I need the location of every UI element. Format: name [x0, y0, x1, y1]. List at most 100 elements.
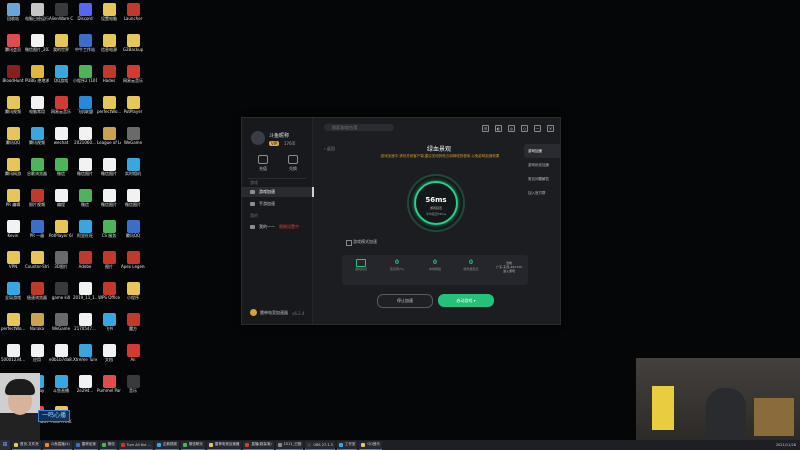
desktop-icon[interactable]: Counter-Strike: GO [25, 251, 49, 269]
desktop-icon[interactable]: 腾讯视频 [25, 127, 49, 145]
launch-game-button[interactable]: 启动游戏 ▾ [438, 294, 494, 307]
desktop-icon[interactable]: 文档 [97, 344, 121, 362]
desktop-icon[interactable]: e0b1b7da8... [49, 344, 73, 362]
desktop-icon[interactable]: VPN [1, 251, 25, 269]
desktop-icon[interactable]: 腾讯网游 [1, 158, 25, 176]
settings-icon[interactable]: ◎ [508, 125, 515, 132]
desktop-icon[interactable]: 微信图片 [73, 158, 97, 176]
desktop-icon[interactable]: 微信图片 [97, 158, 121, 176]
desktop-icon[interactable]: perfectWo... [1, 313, 25, 331]
right-panel-item[interactable]: 游戏加速 [524, 144, 560, 158]
menu-icon[interactable]: ☰ [482, 125, 489, 132]
taskbar-item[interactable]: OBS 27.1.3 [305, 440, 335, 450]
desktop-icon[interactable]: 音乐 [121, 375, 145, 393]
desktop-icon[interactable]: League of Legends [97, 127, 121, 145]
desktop-icon[interactable]: 应用 [25, 344, 49, 362]
desktop-icon[interactable]: WPS Office [97, 282, 121, 300]
desktop-icon[interactable]: 微信 [49, 158, 73, 176]
desktop-icon[interactable]: 实时相机 [121, 158, 145, 176]
desktop-icon[interactable]: 照片视频 [25, 189, 49, 207]
desktop-icon[interactable]: 2019_11_1... [73, 282, 97, 300]
taskbar-item[interactable]: 斗鱼直播(4) [42, 440, 72, 450]
sidebar-item-mobile-accel[interactable]: 手游加速 [242, 199, 312, 209]
game-mode-checkbox[interactable] [346, 240, 352, 246]
desktop-icon[interactable]: perfectWo... [97, 96, 121, 114]
right-panel-item[interactable]: 加入官方群 [524, 186, 560, 200]
user-avatar[interactable] [251, 131, 265, 145]
right-panel-item[interactable]: 常见问题解答 [524, 172, 560, 186]
desktop-icon[interactable]: QQ游戏 [49, 65, 73, 83]
desktop-icon[interactable]: 网易云音乐 [121, 65, 145, 83]
taskbar-item[interactable]: 工作室 [336, 440, 358, 450]
desktop-icon[interactable]: Apex Legends [121, 251, 145, 269]
desktop-icon[interactable]: Ali [121, 344, 145, 362]
desktop-icon[interactable]: 设置电脑 [97, 3, 121, 21]
desktop-icon[interactable]: PR 一级 [25, 220, 49, 238]
desktop-icon[interactable]: 阿里旺旺 [73, 220, 97, 238]
desktop-icon[interactable]: 小程序2 (101...) [73, 65, 97, 83]
desktop-icon[interactable]: 小程序 [121, 282, 145, 300]
recharge-button[interactable]: 充值 [252, 155, 274, 172]
taskbar-item[interactable]: 企鹅视频 [154, 440, 179, 450]
taskbar-item[interactable]: 1011_已推 [275, 440, 304, 450]
desktop-icon[interactable]: wechat [49, 127, 73, 145]
desktop-icon[interactable]: 回收站 [1, 3, 25, 21]
desktop-icon[interactable]: 信息电源 [97, 34, 121, 52]
desktop-icon[interactable]: Adobe [73, 251, 97, 269]
desktop-icon[interactable]: 网易云音乐 [49, 96, 73, 114]
desktop-icon[interactable]: 微信 [73, 189, 97, 207]
exchange-button[interactable]: 兑换 [282, 155, 304, 172]
desktop-icon[interactable]: G2Backup [121, 34, 145, 52]
start-button[interactable]: ⊞ [0, 440, 10, 450]
desktop-icon[interactable]: 2170547... [73, 313, 97, 331]
theme-icon[interactable]: ◐ [495, 125, 502, 132]
desktop-icon[interactable]: CS 服务 [97, 220, 121, 238]
desktop-icon[interactable]: 微信图片_2021101... [25, 34, 49, 52]
sidebar-item-game-accel[interactable]: 游戏加速 [242, 187, 314, 197]
desktop-icon[interactable]: 飞机联盟 [73, 96, 97, 114]
desktop-icon[interactable]: WeGame [121, 127, 145, 145]
taskbar-item[interactable]: Turn All the ... [118, 440, 153, 450]
desktop-icon[interactable]: 编程 [49, 189, 73, 207]
taskbar-item[interactable]: QQ音乐 [359, 440, 382, 450]
desktop-icon[interactable]: 腾讯QQ [121, 220, 145, 238]
desktop-icon[interactable]: Launcher [121, 3, 145, 21]
skin-icon[interactable]: ◇ [521, 125, 528, 132]
desktop-icon[interactable]: 飞书 [97, 313, 121, 331]
taskbar-item[interactable]: 雷神加速 [73, 440, 98, 450]
desktop-icon[interactable]: Discord [73, 3, 97, 21]
taskbar-item[interactable]: 直播(超高清) [243, 440, 274, 450]
desktop-icon[interactable]: BloodHunt [1, 65, 25, 83]
desktop-icon[interactable]: 50001234... [1, 344, 25, 362]
taskbar-item[interactable]: 微信聊天 [180, 440, 205, 450]
desktop-icon[interactable]: Naraka [25, 313, 49, 331]
desktop-icon[interactable]: Hades [97, 65, 121, 83]
desktop-icon[interactable]: 2021060... [73, 127, 97, 145]
desktop-icon[interactable]: 魔方 [121, 313, 145, 331]
desktop-icon[interactable]: 我的世界 [49, 34, 73, 52]
desktop-icon[interactable]: Pummel Party [97, 375, 121, 393]
desktop-icon[interactable]: Kevin [1, 220, 25, 238]
desktop-icon[interactable]: PotPlayer [121, 96, 145, 114]
system-tray-clock[interactable]: 2021/11/28 [776, 443, 800, 447]
desktop-icon[interactable]: Xtreme Tuner [73, 344, 97, 362]
desktop-icon[interactable]: game kill [49, 282, 73, 300]
sidebar-item-mine[interactable]: 我的一一 限制设置中 [242, 222, 312, 232]
desktop-icon[interactable]: 2e294... [73, 375, 97, 393]
desktop-icon[interactable]: 谷歌浏览器 [25, 158, 49, 176]
desktop-icon[interactable]: 3D图片 [49, 251, 73, 269]
close-icon[interactable]: ✕ [547, 125, 554, 132]
desktop-icon[interactable]: PotPlayer 64 bit [49, 220, 73, 238]
taskbar-item[interactable]: 雷神电竞加速器 [206, 440, 242, 450]
desktop-icon[interactable]: 腾讯QQ [1, 127, 25, 145]
desktop-icon[interactable]: 腾讯会员 [1, 34, 25, 52]
desktop-icon[interactable]: 图片 [97, 251, 121, 269]
desktop-icon[interactable]: PR 编辑 [1, 189, 25, 207]
desktop-icon[interactable]: 斗鱼直播 [49, 375, 73, 393]
desktop-icon[interactable]: AlienWare Control [49, 3, 73, 21]
taskbar-item[interactable]: 首页-文件夹 [12, 440, 41, 450]
desktop-icon[interactable]: 微信图片 [97, 189, 121, 207]
desktop-icon[interactable]: 全局游戏 [1, 282, 25, 300]
desktop-icon[interactable]: 电脑已经运行 [25, 3, 49, 21]
right-panel-item[interactable]: 游戏优化加速 [524, 158, 560, 172]
